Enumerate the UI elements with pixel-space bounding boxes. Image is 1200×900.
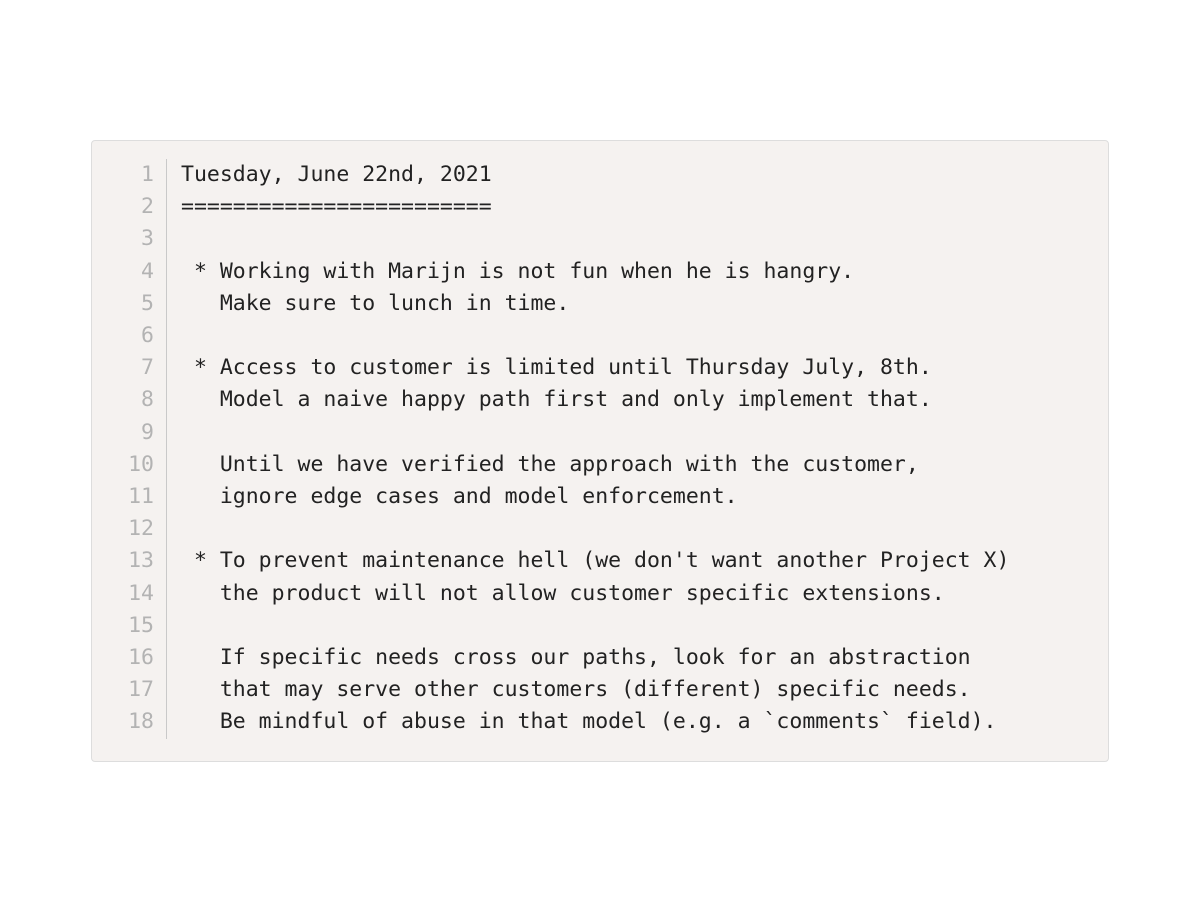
line-content: Model a naive happy path first and only … — [181, 384, 932, 416]
code-line: 1 Tuesday, June 22nd, 2021 — [116, 159, 1084, 191]
code-line: 17 that may serve other customers (diffe… — [116, 674, 1084, 706]
code-line: 3 — [116, 223, 1084, 255]
line-content: ignore edge cases and model enforcement. — [181, 481, 738, 513]
code-line: 5 Make sure to lunch in time. — [116, 288, 1084, 320]
line-number: 15 — [116, 610, 154, 642]
code-line: 11 ignore edge cases and model enforceme… — [116, 481, 1084, 513]
line-content: Make sure to lunch in time. — [181, 288, 569, 320]
line-number: 14 — [116, 578, 154, 610]
line-content: Tuesday, June 22nd, 2021 — [181, 159, 492, 191]
line-number: 4 — [116, 256, 154, 288]
gutter-separator — [166, 642, 167, 674]
gutter-separator — [166, 288, 167, 320]
line-content: * Working with Marijn is not fun when he… — [181, 256, 854, 288]
code-line: 10 Until we have verified the approach w… — [116, 449, 1084, 481]
gutter-separator — [166, 191, 167, 223]
code-line: 4 * Working with Marijn is not fun when … — [116, 256, 1084, 288]
code-line: 15 — [116, 610, 1084, 642]
gutter-separator — [166, 578, 167, 610]
code-line: 12 — [116, 513, 1084, 545]
line-number: 1 — [116, 159, 154, 191]
line-number: 9 — [116, 417, 154, 449]
code-line: 14 the product will not allow customer s… — [116, 578, 1084, 610]
gutter-separator — [166, 513, 167, 545]
line-number: 10 — [116, 449, 154, 481]
line-number: 6 — [116, 320, 154, 352]
line-number: 7 — [116, 352, 154, 384]
code-line: 8 Model a naive happy path first and onl… — [116, 384, 1084, 416]
line-content: that may serve other customers (differen… — [181, 674, 971, 706]
page: 1 Tuesday, June 22nd, 2021 2 ===========… — [0, 0, 1200, 900]
line-number: 8 — [116, 384, 154, 416]
code-line: 6 — [116, 320, 1084, 352]
code-line: 18 Be mindful of abuse in that model (e.… — [116, 706, 1084, 738]
code-line: 2 ======================== — [116, 191, 1084, 223]
line-number: 17 — [116, 674, 154, 706]
gutter-separator — [166, 417, 167, 449]
gutter-separator — [166, 449, 167, 481]
line-number: 2 — [116, 191, 154, 223]
line-content: * To prevent maintenance hell (we don't … — [181, 545, 1009, 577]
line-content: Be mindful of abuse in that model (e.g. … — [181, 706, 996, 738]
code-line: 13 * To prevent maintenance hell (we don… — [116, 545, 1084, 577]
gutter-separator — [166, 352, 167, 384]
line-content: the product will not allow customer spec… — [181, 578, 945, 610]
gutter-separator — [166, 320, 167, 352]
gutter-separator — [166, 256, 167, 288]
gutter-separator — [166, 481, 167, 513]
code-line: 9 — [116, 417, 1084, 449]
code-editor[interactable]: 1 Tuesday, June 22nd, 2021 2 ===========… — [91, 140, 1109, 762]
gutter-separator — [166, 706, 167, 738]
line-number: 12 — [116, 513, 154, 545]
line-content: * Access to customer is limited until Th… — [181, 352, 932, 384]
line-content: Until we have verified the approach with… — [181, 449, 919, 481]
gutter-separator — [166, 545, 167, 577]
code-line: 7 * Access to customer is limited until … — [116, 352, 1084, 384]
line-number: 3 — [116, 223, 154, 255]
line-content: ======================== — [181, 191, 492, 223]
gutter-separator — [166, 223, 167, 255]
gutter-separator — [166, 384, 167, 416]
gutter-separator — [166, 610, 167, 642]
line-content: If specific needs cross our paths, look … — [181, 642, 971, 674]
gutter-separator — [166, 159, 167, 191]
line-number: 5 — [116, 288, 154, 320]
line-number: 13 — [116, 545, 154, 577]
gutter-separator — [166, 674, 167, 706]
line-number: 16 — [116, 642, 154, 674]
line-number: 18 — [116, 706, 154, 738]
code-line: 16 If specific needs cross our paths, lo… — [116, 642, 1084, 674]
line-number: 11 — [116, 481, 154, 513]
